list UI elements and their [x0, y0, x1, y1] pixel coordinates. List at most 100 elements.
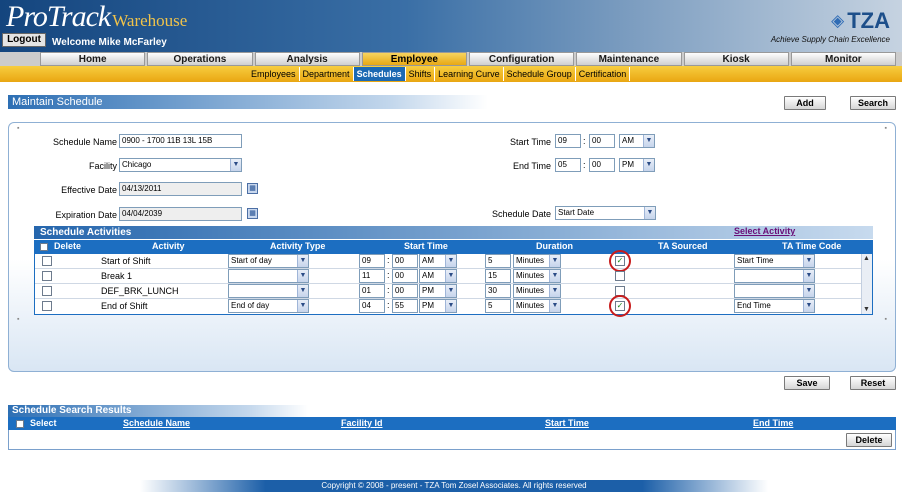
delete-all-checkbox[interactable]	[40, 241, 48, 251]
col-start-time[interactable]: Start Time	[545, 418, 589, 428]
col-facility-id[interactable]: Facility Id	[341, 418, 383, 428]
subtab-department[interactable]: Department	[300, 67, 354, 81]
calendar-icon[interactable]: ▦	[247, 208, 258, 219]
results-column-header: Select Schedule Name Facility Id Start T…	[8, 417, 896, 430]
end-minute-field[interactable]: 00	[589, 158, 615, 172]
start-hour-field[interactable]: 04	[359, 299, 385, 313]
delete-checkbox[interactable]	[42, 286, 52, 296]
start-hour-field[interactable]: 09	[359, 254, 385, 268]
chevron-down-icon: ▼	[549, 300, 560, 312]
highlight-circle	[609, 295, 631, 317]
start-minute-field[interactable]: 55	[392, 299, 418, 313]
duration-unit-select[interactable]: Minutes ▼	[513, 299, 561, 313]
ta-time-code-select[interactable]: Start Time ▼	[734, 254, 815, 268]
duration-field[interactable]: 5	[485, 299, 511, 313]
tab-maintenance[interactable]: Maintenance	[576, 52, 682, 66]
start-minute-field[interactable]: 00	[392, 254, 418, 268]
start-minute-field[interactable]: 00	[392, 269, 418, 283]
start-minute-field[interactable]: 00	[589, 134, 615, 148]
search-button[interactable]: Search	[850, 96, 896, 110]
table-row: Start of Shift Start of day ▼ 09 : 00 AM ▼…	[35, 250, 862, 272]
start-hour-field[interactable]: 09	[555, 134, 581, 148]
ta-sourced-checkbox[interactable]	[615, 271, 625, 281]
chevron-down-icon: ▼	[230, 159, 241, 171]
subtab-learning-curve[interactable]: Learning Curve	[435, 67, 504, 81]
col-activity: Activity	[152, 241, 185, 251]
subtab-schedules[interactable]: Schedules	[353, 67, 406, 81]
activity-name: End of Shift	[101, 301, 148, 311]
start-minute-field[interactable]: 00	[392, 284, 418, 298]
delete-checkbox[interactable]	[42, 271, 52, 281]
activity-type-select[interactable]: ▼	[228, 269, 309, 283]
chevron-down-icon: ▼	[549, 285, 560, 297]
activities-scrollbar[interactable]: ▲ ▼	[861, 254, 872, 314]
ampm-select[interactable]: PM ▼	[419, 299, 457, 313]
expiration-date-label: Expiration Date	[55, 210, 117, 220]
col-duration: Duration	[536, 241, 573, 251]
activity-type-select[interactable]: ▼	[228, 284, 309, 298]
duration-unit-select[interactable]: Minutes ▼	[513, 254, 561, 268]
tza-logo: ◈ TZA Achieve Supply Chain Excellence	[770, 8, 890, 44]
facility-select[interactable]: Chicago ▼	[119, 158, 242, 172]
welcome-text: Welcome Mike McFarley	[52, 37, 167, 48]
schedule-date-select[interactable]: Start Date ▼	[555, 206, 656, 220]
ta-time-code-select[interactable]: ▼	[734, 284, 815, 298]
chevron-down-icon: ▼	[549, 270, 560, 282]
start-hour-field[interactable]: 11	[359, 269, 385, 283]
tab-employee[interactable]: Employee	[361, 52, 467, 66]
add-button[interactable]: Add	[784, 96, 826, 110]
chevron-down-icon: ▼	[445, 300, 456, 312]
end-hour-field[interactable]: 05	[555, 158, 581, 172]
subtab-certification[interactable]: Certification	[576, 67, 631, 81]
duration-field[interactable]: 15	[485, 269, 511, 283]
scroll-up-icon[interactable]: ▲	[863, 255, 870, 262]
reset-button[interactable]: Reset	[850, 376, 896, 390]
effective-date-field[interactable]: 04/13/2011	[119, 182, 242, 196]
col-delete: Delete	[54, 241, 82, 251]
select-all-checkbox[interactable]	[16, 418, 24, 428]
scroll-down-icon[interactable]: ▼	[863, 306, 870, 313]
tab-kiosk[interactable]: Kiosk	[683, 52, 789, 66]
expiration-date-field[interactable]: 04/04/2039	[119, 207, 242, 221]
start-hour-field[interactable]: 01	[359, 284, 385, 298]
save-button[interactable]: Save	[784, 376, 830, 390]
duration-field[interactable]: 30	[485, 284, 511, 298]
col-schedule-name[interactable]: Schedule Name	[123, 418, 190, 428]
chevron-down-icon: ▼	[803, 285, 814, 297]
end-ampm-select[interactable]: PM ▼	[619, 158, 655, 172]
delete-checkbox[interactable]	[42, 301, 52, 311]
chevron-down-icon: ▼	[643, 159, 654, 171]
col-end-time[interactable]: End Time	[753, 418, 793, 428]
ta-time-code-select[interactable]: ▼	[734, 269, 815, 283]
chevron-down-icon: ▼	[297, 270, 308, 282]
subtab-schedule-group[interactable]: Schedule Group	[504, 67, 576, 81]
tab-home[interactable]: Home	[40, 52, 146, 66]
duration-field[interactable]: 5	[485, 254, 511, 268]
tab-analysis[interactable]: Analysis	[254, 52, 360, 66]
subtab-employees[interactable]: Employees	[248, 67, 300, 81]
ampm-select[interactable]: AM ▼	[419, 269, 457, 283]
calendar-icon[interactable]: ▦	[247, 183, 258, 194]
tab-operations[interactable]: Operations	[147, 52, 253, 66]
duration-unit-select[interactable]: Minutes ▼	[513, 284, 561, 298]
delete-checkbox[interactable]	[42, 256, 52, 266]
page-title: Maintain Schedule	[8, 95, 488, 109]
search-results: Schedule Search Results Select Schedule …	[8, 405, 896, 450]
subtab-shifts[interactable]: Shifts	[406, 67, 436, 81]
ampm-select[interactable]: AM ▼	[419, 254, 457, 268]
logout-button[interactable]: Logout	[2, 33, 46, 47]
duration-unit-select[interactable]: Minutes ▼	[513, 269, 561, 283]
schedule-name-field[interactable]: 0900 - 1700 11B 13L 15B	[119, 134, 242, 148]
tab-configuration[interactable]: Configuration	[469, 52, 575, 66]
delete-button[interactable]: Delete	[846, 433, 892, 447]
activity-type-select[interactable]: End of day ▼	[228, 299, 309, 313]
select-activity-link[interactable]: Select Activity	[734, 226, 795, 236]
ta-time-code-select[interactable]: End Time ▼	[734, 299, 815, 313]
chevron-down-icon: ▼	[445, 255, 456, 267]
tab-monitor[interactable]: Monitor	[790, 52, 896, 66]
activity-type-select[interactable]: Start of day ▼	[228, 254, 309, 268]
start-ampm-select[interactable]: AM ▼	[619, 134, 655, 148]
ampm-select[interactable]: PM ▼	[419, 284, 457, 298]
table-row: DEF_BRK_LUNCH ▼ 01 : 00 PM ▼ 30 Minutes ▼ …	[35, 284, 862, 299]
chevron-down-icon: ▼	[643, 135, 654, 147]
